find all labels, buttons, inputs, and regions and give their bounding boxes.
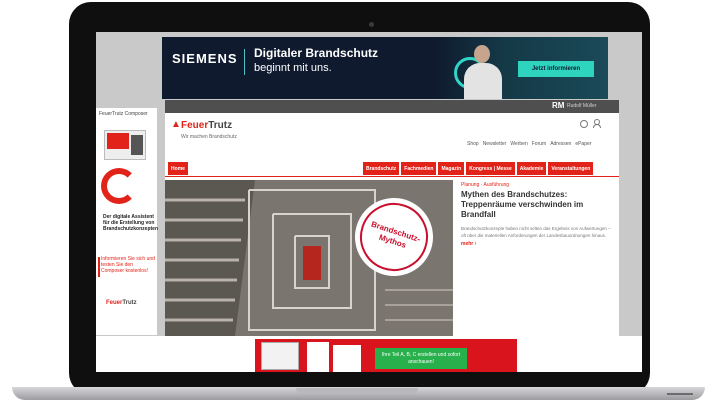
cta-accent-bar (98, 257, 100, 277)
siemens-banner-ad[interactable]: SIEMENS Digitaler Brandschutz beginnt mi… (162, 37, 608, 99)
article-teaser: Brandschutzkonzepte haben nicht selten d… (461, 226, 611, 238)
user-initials[interactable]: RM (552, 101, 564, 110)
search-icon[interactable] (580, 120, 588, 128)
article-title[interactable]: Mythen des Brandschutzes: Treppenräume v… (461, 190, 611, 220)
nav-home[interactable]: Home (168, 162, 188, 175)
device-mockup (104, 130, 146, 160)
user-bar: RM Rudolf Müller (165, 100, 619, 113)
read-more-link[interactable]: mehr › (461, 241, 611, 247)
screen: SIEMENS Digitaler Brandschutz beginnt mi… (96, 32, 642, 372)
bottom-banner-ad[interactable]: Ihre Teil A, B, C erstellen und sofort a… (255, 339, 517, 372)
sidebar-ad-header: FeuerTrutz Composer (99, 111, 148, 117)
utility-link-shop[interactable]: Shop (467, 141, 479, 147)
user-icon-body (593, 124, 601, 128)
brand-main: Feuer (181, 120, 209, 131)
nav-item-brandschutz[interactable]: Brandschutz (363, 162, 400, 175)
utility-link-epaper[interactable]: ePaper (575, 141, 591, 147)
nav-item-fachmedien[interactable]: Fachmedien (401, 162, 437, 175)
utility-link-werben[interactable]: Werben (510, 141, 527, 147)
utility-link-newsletter[interactable]: Newsletter (483, 141, 507, 147)
composer-sidebar-ad[interactable]: FeuerTrutz Composer Der digitale Assiste… (96, 108, 159, 335)
composer-logo-icon (101, 168, 137, 204)
nav-items: Brandschutz Fachmedien Magazin Kongress … (363, 162, 594, 175)
article-kicker: Planung · Ausführung (461, 182, 510, 188)
utility-link-adressen[interactable]: Adressen (550, 141, 571, 147)
nav-item-akademie[interactable]: Akademie (516, 162, 547, 175)
sidebar-ad-description: Der digitale Assistent für die Erstellun… (103, 214, 159, 232)
utility-links: Shop Newsletter Werben Forum Adressen eP… (467, 141, 591, 147)
ad-cta-button[interactable]: Jetzt informieren (518, 61, 594, 77)
user-name[interactable]: Rudolf Müller (567, 103, 596, 109)
brand-name: FeuerTrutz (181, 120, 232, 131)
person-head (474, 45, 490, 63)
ad-divider (244, 49, 245, 75)
utility-link-forum[interactable]: Forum (532, 141, 546, 147)
logo-sub: Trutz (122, 300, 137, 306)
device-screen (107, 133, 129, 149)
bottom-ad-cta[interactable]: Ihre Teil A, B, C erstellen und sofort a… (375, 348, 467, 369)
brand-tagline: Wir machen Brandschutz (181, 134, 237, 140)
logo-main: Feuer (106, 300, 123, 306)
person-body (464, 63, 502, 99)
device-phone (131, 135, 143, 155)
ad-subtitle: beginnt mit uns. (254, 62, 332, 74)
user-icon[interactable] (593, 119, 601, 128)
siemens-logo: SIEMENS (172, 51, 238, 66)
ad-document-image (307, 342, 329, 372)
feuertrutz-website: RM Rudolf Müller ▲ FeuerTrutz Wir machen… (165, 100, 619, 336)
main-nav: Home Brandschutz Fachmedien Magazin Kong… (165, 162, 619, 177)
webcam-icon (369, 22, 374, 27)
nav-item-kongress-messe[interactable]: Kongress | Messe (466, 162, 515, 175)
laptop-notch (296, 388, 418, 394)
sidebar-ad-logo: FeuerTrutz (106, 300, 137, 306)
brand-sub: Trutz (208, 120, 233, 131)
sidebar-ad-cta[interactable]: Informieren Sie sich und testen Sie den … (101, 256, 157, 274)
flame-icon: ▲ (171, 119, 181, 130)
ad-laptop-image (261, 342, 299, 370)
nav-item-magazin[interactable]: Magazin (438, 162, 465, 175)
ad-title: Digitaler Brandschutz (254, 46, 379, 60)
featured-article: Planung · Ausführung Mythen des Brandsch… (461, 182, 611, 247)
hero-image[interactable]: Brandschutz- Mythos (165, 180, 453, 336)
ad-document-image-2 (333, 345, 361, 372)
nav-item-veranstaltungen[interactable]: Veranstaltungen (548, 162, 594, 175)
nav-underline (165, 176, 619, 177)
base-edge-line (667, 393, 693, 395)
